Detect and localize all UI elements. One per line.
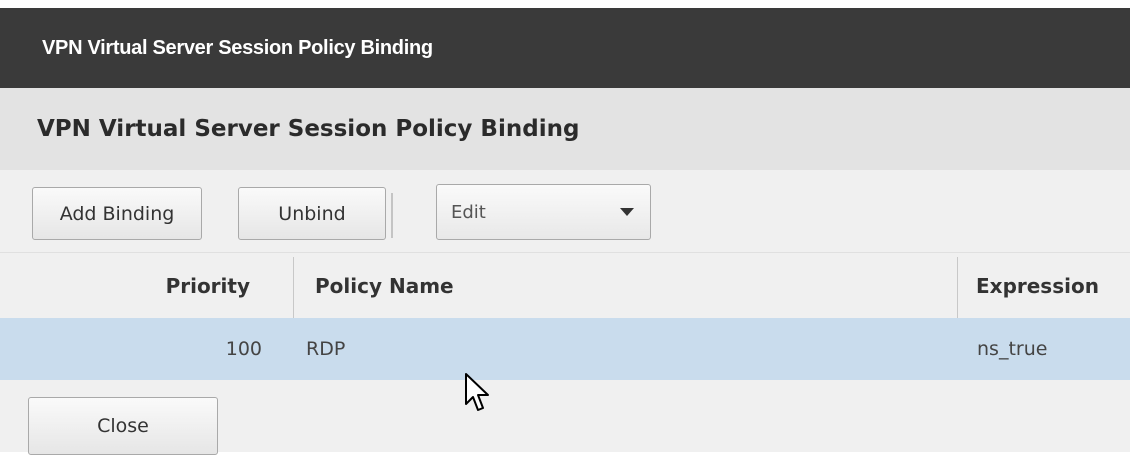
action-select[interactable]: Edit bbox=[436, 184, 651, 240]
top-strip bbox=[0, 0, 1130, 8]
column-divider[interactable] bbox=[293, 257, 294, 319]
close-button[interactable]: Close bbox=[28, 397, 218, 455]
action-select-value: Edit bbox=[451, 201, 486, 223]
mouse-cursor-icon bbox=[465, 373, 489, 411]
column-header-expression[interactable]: Expression bbox=[976, 253, 1126, 319]
unbind-button[interactable]: Unbind bbox=[238, 187, 386, 240]
cell-policy-name: RDP bbox=[306, 338, 346, 360]
cell-priority: 100 bbox=[225, 338, 262, 360]
toolbar-divider bbox=[391, 193, 393, 238]
column-divider[interactable] bbox=[957, 257, 958, 319]
add-binding-button[interactable]: Add Binding bbox=[32, 187, 202, 240]
table-header: Priority Policy Name Expression bbox=[0, 252, 1130, 319]
table-row[interactable]: 100 RDP ns_true bbox=[0, 318, 1130, 380]
dialog-titlebar: VPN Virtual Server Session Policy Bindin… bbox=[0, 8, 1130, 88]
section-title: VPN Virtual Server Session Policy Bindin… bbox=[37, 116, 580, 142]
dialog-title: VPN Virtual Server Session Policy Bindin… bbox=[42, 36, 433, 59]
cell-expression: ns_true bbox=[977, 338, 1048, 360]
section-header: VPN Virtual Server Session Policy Bindin… bbox=[0, 88, 1130, 170]
chevron-down-icon bbox=[620, 208, 634, 216]
column-header-priority[interactable]: Priority bbox=[0, 253, 250, 319]
column-header-policy-name[interactable]: Policy Name bbox=[315, 253, 715, 319]
